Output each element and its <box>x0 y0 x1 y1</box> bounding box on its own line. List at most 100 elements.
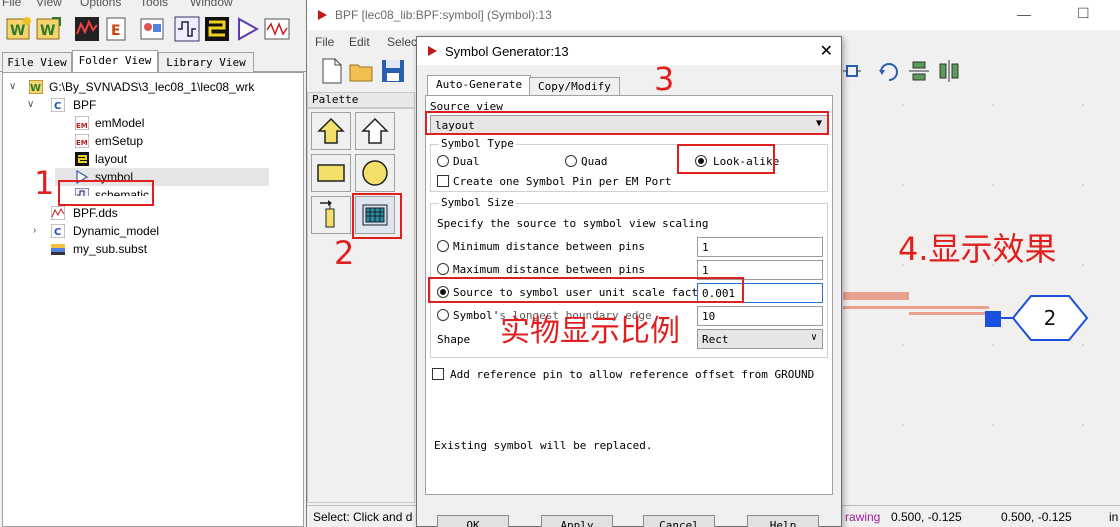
symbol-window-title: BPF [lec08_lib:BPF:symbol] (Symbol):13 <box>335 8 552 22</box>
menu-select[interactable]: Select <box>387 35 417 49</box>
port-number-label: 2 <box>1044 306 1057 330</box>
apply-button[interactable]: Apply <box>541 515 613 527</box>
library-icon[interactable] <box>140 16 166 42</box>
svg-text:W: W <box>40 23 55 39</box>
save-icon[interactable] <box>381 58 405 84</box>
tree-root[interactable]: ∨ W G:\By_SVN\ADS\3_lec08_1\lec08_wrk <box>3 78 303 96</box>
minimize-icon[interactable]: — <box>1017 6 1031 22</box>
tree-item-bpf-dds[interactable]: BPF.dds <box>3 204 303 222</box>
ok-button[interactable]: OK <box>437 515 509 527</box>
palette-pin-out-button[interactable] <box>355 112 395 150</box>
radio-quad[interactable] <box>565 155 577 167</box>
simulation-icon[interactable] <box>264 16 290 42</box>
workspace-tree: ∨ W G:\By_SVN\ADS\3_lec08_1\lec08_wrk ∨ … <box>2 72 304 527</box>
menu-file[interactable]: File <box>315 35 334 49</box>
highlight-scale-factor <box>428 277 744 303</box>
tree-item-substrate[interactable]: my_sub.subst <box>3 240 303 258</box>
palette-pin-button[interactable] <box>311 196 351 234</box>
close-icon[interactable]: ✕ <box>820 41 833 61</box>
shape-value: Rect <box>702 333 729 346</box>
cell-icon: C <box>51 224 65 238</box>
menu-file[interactable]: File <box>2 0 21 9</box>
menu-edit[interactable]: Edit <box>349 35 370 49</box>
snap-icon[interactable] <box>843 58 863 84</box>
data-display-icon[interactable] <box>74 16 100 42</box>
em-setup-icon: EM <box>75 134 89 148</box>
expand-icon[interactable]: › <box>33 222 36 240</box>
symbol-icon[interactable] <box>234 16 260 42</box>
tree-view-emmodel[interactable]: EM emModel <box>3 114 303 132</box>
min-distance-field[interactable]: 1 <box>697 237 823 257</box>
new-workspace-icon[interactable]: W <box>6 16 32 42</box>
svg-text:C: C <box>54 101 61 112</box>
reference-pin-checkbox[interactable] <box>432 368 444 380</box>
app-icon <box>428 46 437 56</box>
radio-max-distance[interactable] <box>437 263 449 275</box>
replace-note: Existing symbol will be replaced. <box>434 439 653 452</box>
view-tabs: File View Folder View Library View <box>0 50 306 73</box>
min-distance-label: Minimum distance between pins <box>453 240 646 253</box>
tab-auto-generate[interactable]: Auto-Generate <box>427 75 532 96</box>
tree-view-emsetup[interactable]: EM emSetup <box>3 132 303 150</box>
align-horizontal-icon[interactable] <box>937 58 961 84</box>
main-menubar: File View Options Tools Window <box>0 0 306 9</box>
svg-text:EM: EM <box>76 122 88 130</box>
shape-label: Shape <box>437 333 471 346</box>
shape-select[interactable]: Rect ∨ <box>697 329 823 349</box>
menu-tools[interactable]: Tools <box>140 0 168 9</box>
symbol-preview: 2 <box>843 104 1089 426</box>
one-pin-per-port-checkbox[interactable] <box>437 175 449 187</box>
palette-circle-button[interactable] <box>355 154 395 192</box>
maximize-icon[interactable]: ☐ <box>1077 5 1090 22</box>
pin-square <box>985 311 1001 327</box>
tab-folder-view[interactable]: Folder View <box>72 50 158 73</box>
menu-window[interactable]: Window <box>190 0 233 9</box>
main-window: File View Options Tools Window W W E Fil… <box>0 0 306 527</box>
tree-root-label: G:\By_SVN\ADS\3_lec08_1\lec08_wrk <box>49 80 255 94</box>
tab-library-view[interactable]: Library View <box>158 52 254 72</box>
palette-rectangle-button[interactable] <box>311 154 351 192</box>
cell-icon: C <box>51 98 65 112</box>
help-button[interactable]: Help <box>747 515 819 527</box>
wire-segment <box>909 312 989 315</box>
align-vertical-icon[interactable] <box>907 58 931 84</box>
app-icon <box>318 10 327 20</box>
open-workspace-icon[interactable]: W <box>36 16 62 42</box>
tree-view-label: emSetup <box>95 134 144 148</box>
palette-label: Palette <box>307 92 415 108</box>
tree-item-label: my_sub.subst <box>73 242 148 256</box>
layout-icon <box>75 152 89 166</box>
collapse-icon[interactable]: ∨ <box>9 78 16 96</box>
menu-view[interactable]: View <box>36 0 62 9</box>
symbol-canvas[interactable]: 2 <box>843 85 1120 505</box>
cancel-button[interactable]: Cancel <box>643 515 715 527</box>
tab-copy-modify[interactable]: Copy/Modify <box>529 77 620 95</box>
reference-pin-label: Add reference pin to allow reference off… <box>450 368 815 381</box>
schematic-icon[interactable] <box>174 16 200 42</box>
svg-text:W: W <box>30 83 41 94</box>
pin-icon <box>320 200 335 228</box>
collapse-icon[interactable]: ∨ <box>27 96 34 114</box>
radio-min-distance[interactable] <box>437 240 449 252</box>
open-folder-icon[interactable] <box>349 58 375 84</box>
substrate-icon <box>51 244 65 255</box>
radio-quad-label: Quad <box>581 155 608 168</box>
new-document-icon[interactable] <box>321 58 343 84</box>
tree-cell-dynamic-model[interactable]: › C Dynamic_model <box>3 222 303 240</box>
highlight-look-alike <box>677 144 775 174</box>
layout-icon[interactable] <box>204 16 230 42</box>
radio-longest-edge[interactable] <box>437 309 449 321</box>
palette-pin-in-button[interactable] <box>311 112 351 150</box>
text-editor-icon[interactable]: E <box>104 16 130 42</box>
highlight-symbol-view <box>58 180 154 206</box>
scale-note-label: 实物显示比例 <box>500 306 680 350</box>
rotate-icon[interactable] <box>877 58 901 84</box>
main-toolbar: W W E <box>0 10 306 48</box>
radio-dual[interactable] <box>437 155 449 167</box>
tab-file-view[interactable]: File View <box>2 52 72 72</box>
tree-cell-bpf[interactable]: ∨ C BPF <box>3 96 303 114</box>
one-pin-per-port-label: Create one Symbol Pin per EM Port <box>453 175 672 188</box>
step-4-label: 4.显示效果 <box>898 230 1057 268</box>
menu-options[interactable]: Options <box>80 0 121 9</box>
longest-edge-field[interactable]: 10 <box>697 306 823 326</box>
